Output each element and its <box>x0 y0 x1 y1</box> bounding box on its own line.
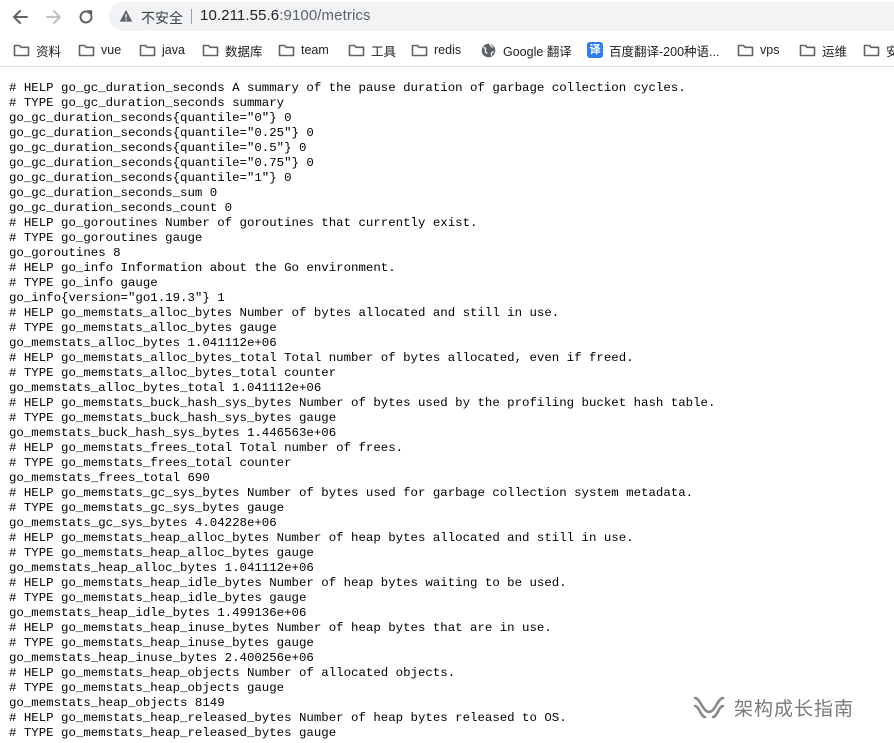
metrics-line: # HELP go_memstats_heap_alloc_bytes Numb… <box>9 531 634 545</box>
bookmark-ziliao[interactable]: 资料 <box>13 41 61 59</box>
folder-icon <box>202 43 219 57</box>
metrics-line: # HELP go_memstats_heap_released_bytes N… <box>9 711 567 725</box>
metrics-line: # TYPE go_memstats_heap_idle_bytes gauge <box>9 591 307 605</box>
bookmark-vps[interactable]: vps <box>737 41 779 59</box>
metrics-line: go_memstats_heap_idle_bytes 1.499136e+06 <box>9 606 307 620</box>
folder-icon <box>13 43 30 57</box>
security-status-label[interactable]: 不安全 <box>141 8 183 28</box>
metrics-line: # HELP go_gc_duration_seconds A summary … <box>9 81 686 95</box>
metrics-line: # TYPE go_memstats_alloc_bytes gauge <box>9 321 277 335</box>
bookmark-baidu-translate[interactable]: 译 百度翻译-200种语... <box>587 41 719 59</box>
metrics-line: # HELP go_memstats_frees_total Total num… <box>9 441 404 455</box>
bookmark-vue[interactable]: vue <box>78 41 121 59</box>
browser-toolbar: 不安全 10.211.55.6:9100/metrics <box>0 0 894 34</box>
folder-icon <box>411 43 428 57</box>
arrow-left-icon <box>13 10 28 24</box>
wechat-channel-icon <box>693 696 725 719</box>
bookmark-label: vps <box>760 43 780 57</box>
metrics-line: # HELP go_info Information about the Go … <box>9 261 396 275</box>
metrics-line: # TYPE go_memstats_heap_released_bytes g… <box>9 726 337 740</box>
metrics-line: # HELP go_memstats_heap_objects Number o… <box>9 666 456 680</box>
address-bar[interactable]: 不安全 10.211.55.6:9100/metrics <box>109 2 894 31</box>
bookmark-label: 资料 <box>36 44 62 59</box>
metrics-line: go_gc_duration_seconds{quantile="1"} 0 <box>9 171 292 185</box>
bookmark-label: 百度翻译-200种语... <box>609 44 720 59</box>
metrics-line: go_goroutines 8 <box>9 246 121 260</box>
folder-icon <box>799 43 816 57</box>
metrics-line: go_gc_duration_seconds_sum 0 <box>9 186 218 200</box>
metrics-line: go_gc_duration_seconds{quantile="0.5"} 0 <box>9 141 307 155</box>
bookmark-label: team <box>301 43 329 57</box>
arrow-right-icon <box>46 10 61 24</box>
metrics-line: go_gc_duration_seconds{quantile="0.75"} … <box>9 156 314 170</box>
bookmark-label: 工具 <box>371 44 397 59</box>
metrics-line: go_info{version="go1.19.3"} 1 <box>9 291 225 305</box>
bookmark-security[interactable]: 安 <box>863 41 894 59</box>
translate-icon: 译 <box>587 42 603 58</box>
metrics-line: go_memstats_heap_alloc_bytes 1.041112e+0… <box>9 561 314 575</box>
metrics-line: # TYPE go_memstats_buck_hash_sys_bytes g… <box>9 411 337 425</box>
metrics-line: go_memstats_frees_total 690 <box>9 471 210 485</box>
bookmarks-bar: 资料 vue java 数据库 team 工具 redis Google 翻译 … <box>0 34 894 67</box>
address-divider <box>191 9 192 24</box>
metrics-line: go_memstats_alloc_bytes_total 1.041112e+… <box>9 381 322 395</box>
folder-icon <box>78 43 95 57</box>
metrics-line: go_memstats_heap_objects 8149 <box>9 696 225 710</box>
forward-button[interactable] <box>42 5 66 29</box>
bookmark-tools[interactable]: 工具 <box>348 41 396 59</box>
metrics-line: # TYPE go_memstats_heap_objects gauge <box>9 681 285 695</box>
bookmark-label: 运维 <box>822 44 848 59</box>
bookmark-team[interactable]: team <box>278 41 329 59</box>
bookmark-label: vue <box>101 43 122 57</box>
metrics-line: go_memstats_alloc_bytes 1.041112e+06 <box>9 336 277 350</box>
watermark: 架构成长指南 <box>690 692 859 722</box>
metrics-line: # TYPE go_info gauge <box>9 276 158 290</box>
metrics-line: go_memstats_heap_inuse_bytes 2.400256e+0… <box>9 651 314 665</box>
folder-icon <box>348 43 365 57</box>
metrics-line: go_gc_duration_seconds{quantile="0.25"} … <box>9 126 314 140</box>
metrics-line: # TYPE go_memstats_alloc_bytes_total cou… <box>9 366 337 380</box>
folder-icon <box>863 43 880 57</box>
metrics-line: # HELP go_memstats_alloc_bytes Number of… <box>9 306 560 320</box>
watermark-text: 架构成长指南 <box>734 697 855 720</box>
metrics-line: # HELP go_memstats_heap_idle_bytes Numbe… <box>9 576 567 590</box>
back-button[interactable] <box>8 5 32 29</box>
bookmark-label: 数据库 <box>225 44 263 59</box>
reload-icon <box>79 10 93 24</box>
bookmark-ops[interactable]: 运维 <box>799 41 847 59</box>
reload-button[interactable] <box>74 5 98 29</box>
bookmark-label: redis <box>434 43 462 57</box>
bookmark-database[interactable]: 数据库 <box>202 41 263 59</box>
metrics-line: # HELP go_memstats_heap_inuse_bytes Numb… <box>9 621 552 635</box>
globe-icon <box>480 43 497 57</box>
metrics-line: # TYPE go_goroutines gauge <box>9 231 203 245</box>
bookmark-label: java <box>162 43 185 57</box>
url-text[interactable]: 10.211.55.6:9100/metrics <box>200 7 371 24</box>
metrics-line: # TYPE go_memstats_gc_sys_bytes gauge <box>9 501 285 515</box>
metrics-line: go_gc_duration_seconds{quantile="0"} 0 <box>9 111 292 125</box>
metrics-line: go_gc_duration_seconds_count 0 <box>9 201 233 215</box>
folder-icon <box>139 43 156 57</box>
bookmark-redis[interactable]: redis <box>411 41 461 59</box>
bookmark-label: 安 <box>886 41 894 60</box>
bookmark-label: Google 翻译 <box>503 44 572 59</box>
metrics-line: # HELP go_memstats_alloc_bytes_total Tot… <box>9 351 634 365</box>
metrics-line: # HELP go_goroutines Number of goroutine… <box>9 216 478 230</box>
bookmark-java[interactable]: java <box>139 41 185 59</box>
folder-icon <box>278 43 295 57</box>
url-path: :9100/metrics <box>279 7 371 24</box>
url-host: 10.211.55.6 <box>200 7 280 24</box>
warning-triangle-icon[interactable] <box>119 9 133 23</box>
metrics-line: # TYPE go_memstats_frees_total counter <box>9 456 292 470</box>
metrics-line: # TYPE go_memstats_heap_inuse_bytes gaug… <box>9 636 314 650</box>
metrics-text: # HELP go_gc_duration_seconds A summary … <box>9 81 715 741</box>
metrics-line: # TYPE go_memstats_heap_alloc_bytes gaug… <box>9 546 314 560</box>
metrics-line: # HELP go_memstats_gc_sys_bytes Number o… <box>9 486 694 500</box>
bookmark-google-translate[interactable]: Google 翻译 <box>480 41 572 59</box>
metrics-line: go_memstats_buck_hash_sys_bytes 1.446563… <box>9 426 337 440</box>
folder-icon <box>737 43 754 57</box>
metrics-line: go_memstats_gc_sys_bytes 4.04228e+06 <box>9 516 277 530</box>
metrics-line: # HELP go_memstats_buck_hash_sys_bytes N… <box>9 396 716 410</box>
metrics-line: # TYPE go_gc_duration_seconds summary <box>9 96 285 110</box>
